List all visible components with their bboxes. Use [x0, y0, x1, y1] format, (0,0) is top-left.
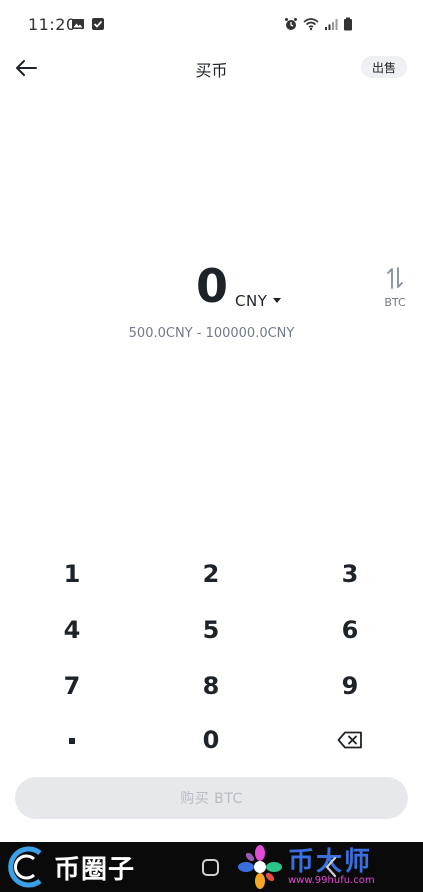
wifi-icon — [303, 18, 319, 31]
key-8[interactable]: 8 — [151, 660, 271, 712]
watermark-left: 币圈子 — [4, 842, 135, 892]
page-title: 买币 — [195, 61, 228, 80]
key-3[interactable]: 3 — [290, 548, 410, 600]
key-dot[interactable] — [12, 714, 132, 766]
status-right-icons — [284, 17, 353, 31]
key-7[interactable]: 7 — [12, 660, 132, 712]
amount-range: 500.0CNY - 100000.0CNY — [128, 326, 295, 341]
checkbox-icon — [92, 18, 104, 30]
status-bar: 11:20 — [0, 0, 423, 50]
buy-button[interactable]: 购买 BTC — [15, 777, 408, 819]
status-time: 11:20 — [28, 15, 77, 34]
key-4[interactable]: 4 — [12, 604, 132, 656]
watermark-logo-left — [8, 846, 42, 888]
home-icon[interactable] — [202, 859, 219, 876]
key-6[interactable]: 6 — [290, 604, 410, 656]
key-9[interactable]: 9 — [290, 660, 410, 712]
key-0[interactable]: 0 — [151, 714, 271, 766]
back-chevron-icon[interactable] — [324, 856, 338, 878]
swap-label: BTC — [384, 296, 406, 309]
amount-display: 0 CNY — [0, 260, 423, 320]
caret-down-icon — [273, 297, 282, 303]
key-1[interactable]: 1 — [12, 548, 132, 600]
header: 买币 出售 — [0, 48, 423, 88]
swap-currency-button[interactable]: BTC — [381, 266, 409, 316]
system-nav-bar: 币圈子 币大师 www.99hufu.com — [0, 842, 423, 892]
key-backspace[interactable] — [290, 714, 410, 766]
battery-icon — [344, 17, 352, 31]
swap-vertical-icon — [387, 267, 403, 289]
backspace-icon — [337, 731, 362, 749]
key-5[interactable]: 5 — [151, 604, 271, 656]
currency-select[interactable]: CNY — [235, 292, 282, 310]
status-left-icons — [71, 17, 105, 31]
key-2[interactable]: 2 — [151, 548, 271, 600]
watermark-right: 币大师 www.99hufu.com — [236, 842, 375, 892]
amount-value: 0 — [196, 259, 229, 313]
currency-label: CNY — [235, 292, 268, 310]
sell-button[interactable]: 出售 — [361, 56, 407, 78]
watermark-logo-right — [238, 845, 282, 889]
watermark-left-text: 币圈子 — [54, 854, 136, 885]
keypad: 1 2 3 4 5 6 7 8 9 0 — [0, 546, 423, 770]
decimal-point-icon — [69, 738, 75, 744]
signal-icon — [325, 19, 338, 30]
gallery-icon — [72, 19, 84, 29]
alarm-icon — [285, 18, 297, 30]
